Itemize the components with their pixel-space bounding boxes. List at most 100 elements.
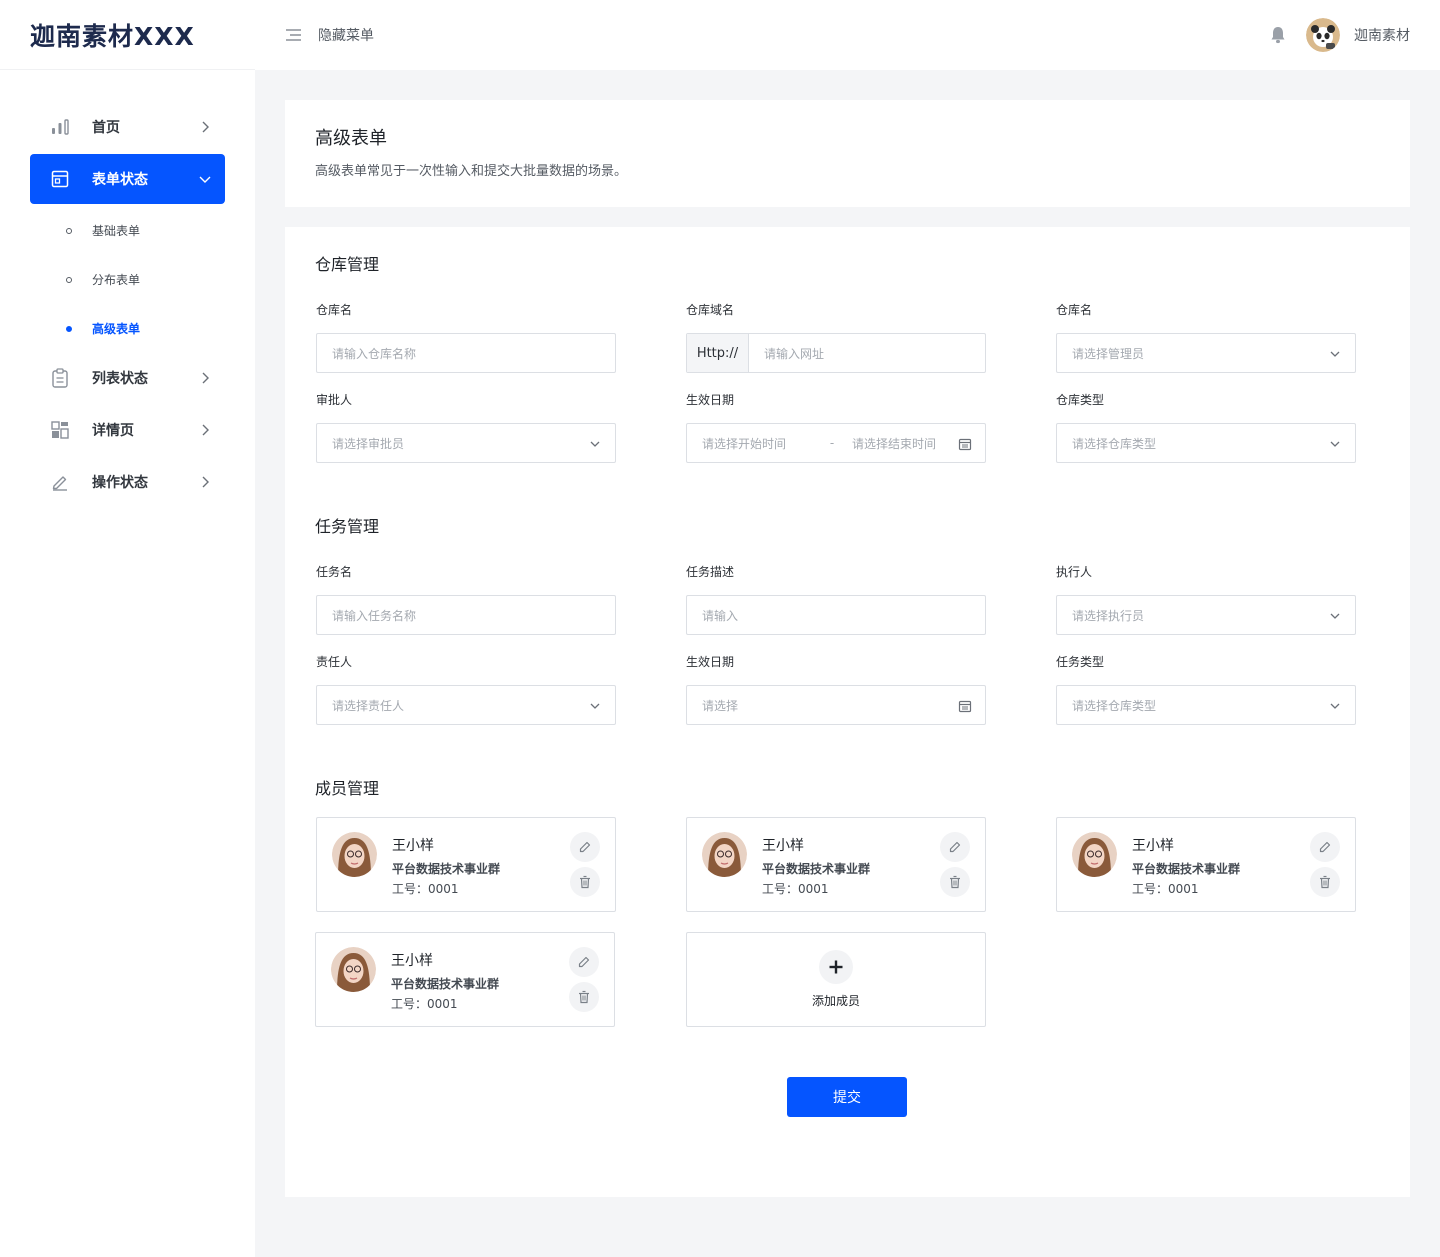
- member-name: 王小样: [1132, 838, 1174, 854]
- calendar-icon: [958, 699, 972, 713]
- warehouse-domain-input[interactable]: Http:// 请输入网址: [686, 333, 986, 373]
- form-window-icon: [50, 169, 70, 189]
- sidebar-subitem-label: 高级表单: [92, 322, 141, 336]
- sidebar-subitem-advanced-form[interactable]: 高级表单: [30, 304, 225, 353]
- input-placeholder: 请输入仓库名称: [332, 346, 417, 361]
- sidebar-item-operation-state[interactable]: 操作状态: [30, 457, 225, 507]
- top-header: 隐藏菜单 迦南素材: [255, 0, 1440, 70]
- delete-member-button[interactable]: [569, 982, 599, 1012]
- chevron-down-icon: [197, 171, 213, 187]
- edit-member-button[interactable]: [940, 832, 970, 862]
- task-name-input[interactable]: 请输入任务名称: [316, 595, 616, 635]
- field-label: 任务描述: [686, 565, 735, 579]
- page-description: 高级表单常见于一次性输入和提交大批量数据的场景。: [315, 164, 628, 179]
- delete-member-button[interactable]: [1310, 867, 1340, 897]
- field-label: 执行人: [1056, 565, 1093, 579]
- field-label: 生效日期: [686, 393, 735, 407]
- submit-button[interactable]: 提交: [787, 1077, 907, 1117]
- edit-icon: [1319, 841, 1331, 853]
- chevron-down-icon: [1328, 699, 1342, 713]
- date-picker[interactable]: 请选择: [686, 685, 986, 725]
- sidebar-item-list-state[interactable]: 列表状态: [30, 353, 225, 403]
- sidebar-item-label: 操作状态: [92, 475, 148, 491]
- bell-icon[interactable]: [1270, 26, 1286, 44]
- chevron-right-icon: [197, 370, 213, 386]
- delete-member-button[interactable]: [940, 867, 970, 897]
- delete-member-button[interactable]: [570, 867, 600, 897]
- bullet-icon: [66, 228, 72, 234]
- chevron-down-icon: [588, 699, 602, 713]
- chevron-right-icon: [197, 474, 213, 490]
- calendar-icon: [958, 437, 972, 451]
- header-user-area: 迦南素材: [1270, 0, 1410, 70]
- task-type-field: 任务类型 请选择仓库类型: [1056, 653, 1356, 725]
- trash-icon: [1320, 875, 1330, 889]
- date-range-picker[interactable]: 请选择开始时间 - 请选择结束时间: [686, 423, 986, 463]
- section-title-members: 成员管理: [315, 779, 380, 798]
- select-placeholder: 请选择审批员: [332, 436, 405, 451]
- edit-member-button[interactable]: [570, 832, 600, 862]
- chevron-right-icon: [197, 119, 213, 135]
- member-card: 王小样 平台数据技术事业群 工号：0001: [1056, 817, 1356, 912]
- field-label: 审批人: [316, 393, 353, 407]
- sidebar-item-home[interactable]: 首页: [30, 102, 225, 152]
- field-label: 任务类型: [1056, 655, 1105, 669]
- input-placeholder: 请输入网址: [764, 346, 825, 361]
- sidebar-item-form-state[interactable]: 表单状态: [30, 154, 225, 204]
- approver-select[interactable]: 请选择审批员: [316, 423, 616, 463]
- member-employee-no: 工号：0001: [392, 882, 459, 896]
- chevron-down-icon: [1328, 437, 1342, 451]
- member-name: 王小样: [391, 953, 433, 969]
- input-placeholder: 请输入任务名称: [332, 608, 417, 623]
- hide-menu-toggle[interactable]: 隐藏菜单: [285, 25, 374, 45]
- trash-icon: [580, 875, 590, 889]
- clipboard-icon: [50, 368, 70, 388]
- avatar[interactable]: [1306, 18, 1340, 52]
- warehouse-domain-field: 仓库域名 Http:// 请输入网址: [686, 301, 986, 373]
- warehouse-manager-field: 仓库名 请选择管理员: [1056, 301, 1356, 373]
- plus-icon: [819, 950, 853, 984]
- sidebar-item-label: 详情页: [92, 423, 134, 439]
- task-desc-field: 任务描述 请输入: [686, 563, 986, 635]
- owner-select[interactable]: 请选择责任人: [316, 685, 616, 725]
- edit-member-button[interactable]: [569, 947, 599, 977]
- member-avatar: [331, 947, 376, 992]
- edit-member-button[interactable]: [1310, 832, 1340, 862]
- sidebar-subitem-basic-form[interactable]: 基础表单: [30, 206, 225, 255]
- member-employee-no: 工号：0001: [1132, 882, 1199, 896]
- edit-icon: [579, 841, 591, 853]
- trash-icon: [579, 990, 589, 1004]
- task-effective-date-field: 生效日期 请选择: [686, 653, 986, 725]
- edit-icon: [578, 956, 590, 968]
- approver-field: 审批人 请选择审批员: [316, 391, 616, 463]
- sidebar-subitem-step-form[interactable]: 分布表单: [30, 255, 225, 304]
- input-placeholder: 请输入: [702, 608, 739, 623]
- sidebar-item-detail[interactable]: 详情页: [30, 405, 225, 455]
- page-title: 高级表单: [315, 128, 387, 149]
- warehouse-type-select[interactable]: 请选择仓库类型: [1056, 423, 1356, 463]
- warehouse-name-input[interactable]: 请输入仓库名称: [316, 333, 616, 373]
- member-name: 王小样: [762, 838, 804, 854]
- task-desc-input[interactable]: 请输入: [686, 595, 986, 635]
- field-label: 仓库名: [1056, 303, 1093, 317]
- member-dept: 平台数据技术事业群: [1132, 862, 1241, 876]
- task-type-select[interactable]: 请选择仓库类型: [1056, 685, 1356, 725]
- warehouse-type-field: 仓库类型 请选择仓库类型: [1056, 391, 1356, 463]
- edit-icon: [949, 841, 961, 853]
- add-member-button[interactable]: 添加成员: [686, 932, 986, 1027]
- owner-field: 责任人 请选择责任人: [316, 653, 616, 725]
- brand-logo: 迦南素材XXX: [0, 0, 255, 70]
- field-label: 任务名: [316, 565, 353, 579]
- sidebar-item-label: 首页: [92, 120, 120, 136]
- member-avatar: [702, 832, 747, 877]
- sidebar-subitem-label: 基础表单: [92, 224, 141, 238]
- field-label: 生效日期: [686, 655, 735, 669]
- grid-icon: [50, 420, 70, 440]
- field-label: 仓库名: [316, 303, 353, 317]
- executor-select[interactable]: 请选择执行员: [1056, 595, 1356, 635]
- bullet-icon: [66, 326, 72, 332]
- warehouse-manager-select[interactable]: 请选择管理员: [1056, 333, 1356, 373]
- select-placeholder: 请选择仓库类型: [1072, 698, 1157, 713]
- username[interactable]: 迦南素材: [1354, 25, 1410, 45]
- range-start-placeholder: 请选择开始时间: [702, 436, 787, 451]
